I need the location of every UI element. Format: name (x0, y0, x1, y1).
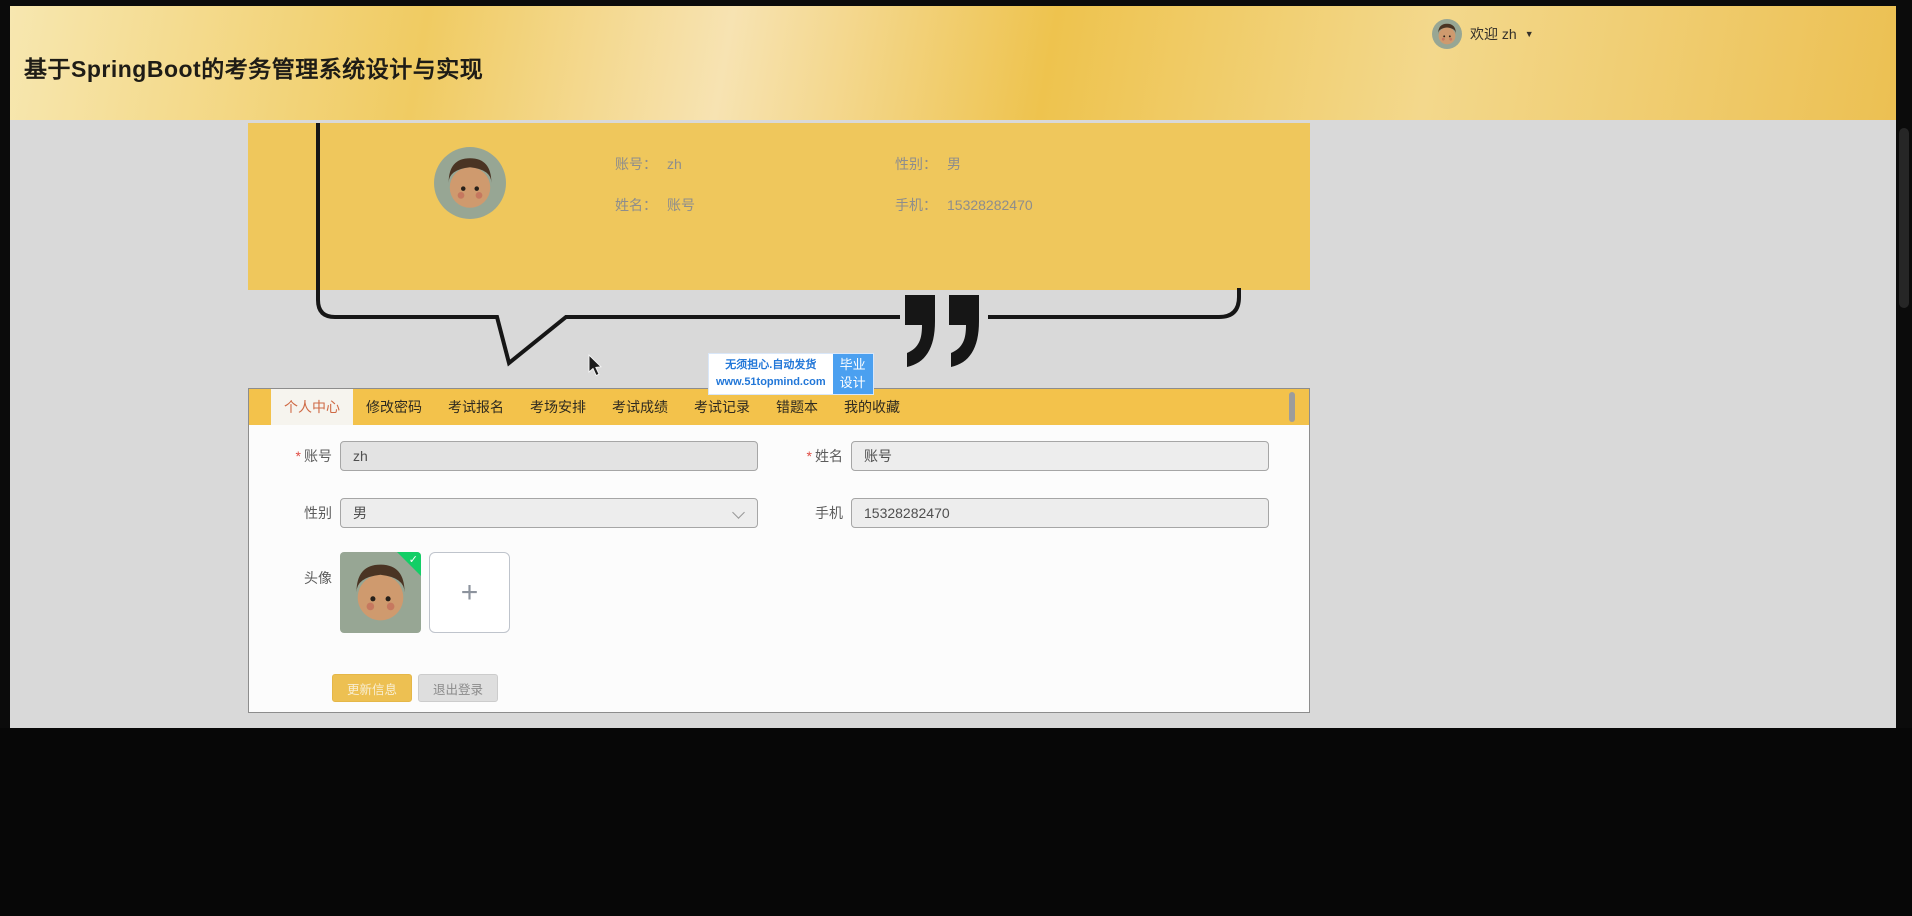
gender-selected-value: 男 (353, 505, 367, 521)
main-content: 账号： zh 性别： 男 姓名： 账号 手机： 15328282470 个人中心 修改密… (10, 120, 1896, 728)
field-label: 姓名： (615, 197, 657, 213)
update-info-button[interactable]: 更新信息 (332, 674, 412, 702)
tab-exam-records[interactable]: 考试记录 (681, 389, 763, 425)
required-asterisk: * (807, 448, 812, 464)
tab-wrong-questions[interactable]: 错题本 (763, 389, 831, 425)
user-menu[interactable]: 欢迎 zh ▼ (1432, 19, 1534, 49)
chevron-down-icon (732, 506, 745, 519)
tab-panel: 个人中心 修改密码 考试报名 考场安排 考试成绩 考试记录 错题本 我的收藏 *… (248, 388, 1310, 713)
chevron-down-icon[interactable]: ▼ (1525, 29, 1534, 39)
avatar-image (434, 147, 506, 219)
tab-exam-room-arrangement[interactable]: 考场安排 (517, 389, 599, 425)
tabs-scrollbar-thumb[interactable] (1289, 392, 1295, 422)
header-banner: 基于SpringBoot的考务管理系统设计与实现 欢迎 zh ▼ (10, 6, 1896, 120)
screen: 基于SpringBoot的考务管理系统设计与实现 欢迎 zh ▼ (0, 0, 1912, 916)
ad-badge: 毕业 设计 (833, 354, 873, 394)
ad-watermark[interactable]: 无须担心.自动发货 www.51topmind.com 毕业 设计 (709, 354, 873, 394)
field-value: 账号 (667, 197, 695, 213)
page-scrollbar-thumb[interactable] (1899, 128, 1909, 308)
avatar-thumbnail[interactable]: ✓ (340, 552, 421, 633)
field-value: 15328282470 (947, 197, 1033, 213)
account-input[interactable] (340, 441, 758, 471)
phone-label: 手机 (763, 498, 843, 528)
required-asterisk: * (296, 448, 301, 464)
phone-input[interactable] (851, 498, 1269, 528)
tab-exam-registration[interactable]: 考试报名 (435, 389, 517, 425)
ad-text: 无须担心.自动发货 www.51topmind.com (709, 354, 833, 394)
profile-field-gender: 性别： 男 (895, 154, 961, 174)
tab-exam-scores[interactable]: 考试成绩 (599, 389, 681, 425)
gender-label: 性别 (252, 498, 332, 528)
name-label: *姓名 (763, 441, 843, 471)
footer (0, 728, 1912, 916)
field-label: 手机： (895, 197, 937, 213)
field-label: 性别： (895, 156, 937, 172)
check-icon: ✓ (409, 553, 418, 566)
tab-favorites[interactable]: 我的收藏 (831, 389, 913, 425)
avatar-upload-button[interactable]: + (429, 552, 510, 633)
field-value: 男 (947, 156, 961, 172)
avatar-image (1432, 19, 1462, 49)
field-value: zh (667, 156, 682, 172)
account-label: *账号 (252, 441, 332, 471)
tab-bar: 个人中心 修改密码 考试报名 考场安排 考试成绩 考试记录 错题本 我的收藏 (249, 389, 1309, 425)
field-label: 账号： (615, 156, 657, 172)
tab-change-password[interactable]: 修改密码 (353, 389, 435, 425)
profile-field-phone: 手机： 15328282470 (895, 195, 1033, 215)
user-avatar[interactable] (1432, 19, 1462, 49)
profile-field-account: 账号： zh (615, 154, 682, 174)
name-input[interactable] (851, 441, 1269, 471)
plus-icon: + (461, 578, 479, 608)
profile-field-name: 姓名： 账号 (615, 195, 695, 215)
profile-avatar (434, 147, 506, 219)
avatar-label: 头像 (252, 563, 332, 593)
tab-personal-center[interactable]: 个人中心 (271, 389, 353, 425)
gender-select[interactable]: 男 (340, 498, 758, 528)
logout-button[interactable]: 退出登录 (418, 674, 498, 702)
page-title: 基于SpringBoot的考务管理系统设计与实现 (24, 50, 483, 84)
profile-summary-card: 账号： zh 性别： 男 姓名： 账号 手机： 15328282470 (248, 123, 1310, 290)
welcome-text: 欢迎 zh (1470, 24, 1517, 44)
